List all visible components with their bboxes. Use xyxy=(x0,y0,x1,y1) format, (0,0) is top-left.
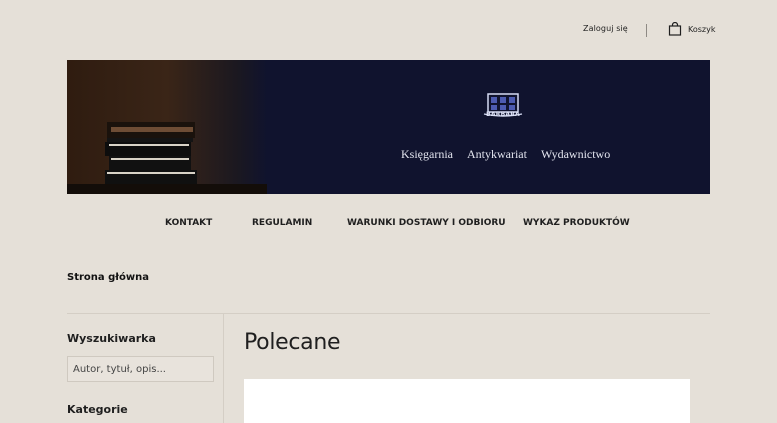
featured-products-area xyxy=(244,379,690,423)
main-nav: KONTAKT REGULAMIN WARUNKI DOSTAWY I ODBI… xyxy=(0,218,777,232)
logo-text: BARBARA xyxy=(486,111,520,118)
top-bar: Zaloguj się Koszyk xyxy=(0,0,777,60)
section-title: Polecane xyxy=(244,330,341,355)
banner-nav: Księgarnia Antykwariat Wydawnictwo xyxy=(401,147,610,162)
categories-title: Kategorie xyxy=(67,403,128,416)
content-divider xyxy=(67,313,710,314)
nav-antykwariat[interactable]: Antykwariat xyxy=(467,147,527,162)
hero-banner: BARBARA Księgarnia Antykwariat Wydawnict… xyxy=(67,60,710,194)
nav-wydawnictwo[interactable]: Wydawnictwo xyxy=(541,147,610,162)
cart-label: Koszyk xyxy=(688,24,716,34)
bookshelf-logo-icon xyxy=(483,93,523,117)
nav-ksiegarnia[interactable]: Księgarnia xyxy=(401,147,453,162)
books-photo xyxy=(67,60,267,194)
breadcrumb[interactable]: Strona główna xyxy=(67,272,149,283)
nav-regulamin[interactable]: REGULAMIN xyxy=(252,218,312,228)
search-input[interactable] xyxy=(67,356,214,382)
shopping-bag-icon xyxy=(668,22,682,36)
cart-link[interactable]: Koszyk xyxy=(668,22,715,36)
login-link[interactable]: Zaloguj się xyxy=(583,24,628,33)
header-separator xyxy=(646,24,647,37)
nav-warunki-dostawy[interactable]: WARUNKI DOSTAWY I ODBIORU xyxy=(347,218,506,228)
sidebar-divider xyxy=(223,314,224,423)
search-title: Wyszukiwarka xyxy=(67,332,156,345)
nav-wykaz-produktow[interactable]: WYKAZ PRODUKTÓW xyxy=(523,218,630,228)
nav-kontakt[interactable]: KONTAKT xyxy=(165,218,212,228)
